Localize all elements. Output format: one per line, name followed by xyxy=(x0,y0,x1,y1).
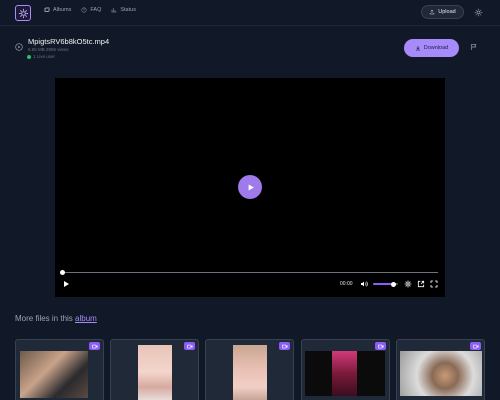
nav-faq[interactable]: FAQ xyxy=(81,7,101,13)
video-camera-icon xyxy=(281,344,287,348)
more-files-heading: More files in this album xyxy=(15,314,97,323)
progress-handle[interactable] xyxy=(60,270,65,275)
time-display: 00:00 xyxy=(340,281,353,287)
file-thumbnail xyxy=(20,351,88,398)
thumbnail-highlight xyxy=(332,351,357,396)
more-files-prefix: More files in this xyxy=(15,314,73,323)
main-nav: Albums FAQ Status xyxy=(44,7,136,13)
nav-albums-label: Albums xyxy=(53,7,72,13)
video-badge xyxy=(89,342,100,350)
file-card[interactable] xyxy=(15,339,104,400)
upload-button[interactable]: Upload xyxy=(421,5,464,19)
upload-label: Upload xyxy=(438,9,456,15)
help-circle-icon xyxy=(81,7,87,13)
status-chart-icon xyxy=(111,8,117,13)
settings-gear-icon[interactable] xyxy=(404,280,412,288)
download-label: Download xyxy=(423,45,449,51)
file-meta: 6.65 MB 2995 views xyxy=(28,47,69,52)
video-camera-icon xyxy=(377,344,383,348)
file-name: MpigtsRV6b8kO5tc.mp4 xyxy=(28,37,110,46)
play-circle-icon xyxy=(15,43,23,51)
file-thumbnail xyxy=(138,345,172,400)
nav-status[interactable]: Status xyxy=(111,7,136,13)
video-camera-icon xyxy=(91,344,97,348)
file-card[interactable] xyxy=(396,339,485,400)
fullscreen-icon[interactable] xyxy=(430,280,438,288)
file-card[interactable] xyxy=(301,339,390,400)
volume-slider[interactable] xyxy=(373,281,398,287)
video-player[interactable]: 00:00 xyxy=(55,78,445,297)
top-bar: Albums FAQ Status Upload xyxy=(0,0,500,25)
live-users-label: 1 Live user xyxy=(33,54,56,59)
file-thumbnail xyxy=(305,351,385,396)
nav-status-label: Status xyxy=(120,7,136,13)
volume-icon[interactable] xyxy=(360,280,368,288)
sun-icon xyxy=(474,8,482,16)
theme-toggle-button[interactable] xyxy=(472,6,484,18)
file-card[interactable] xyxy=(205,339,294,400)
albums-icon xyxy=(44,7,50,12)
volume-handle[interactable] xyxy=(390,281,396,287)
related-files-list xyxy=(15,339,485,400)
video-badge xyxy=(279,342,290,350)
big-play-button[interactable] xyxy=(238,175,262,199)
file-thumbnail xyxy=(233,345,267,400)
play-icon xyxy=(248,184,254,190)
album-link[interactable]: album xyxy=(75,314,97,323)
video-badge xyxy=(470,342,481,350)
report-button[interactable] xyxy=(469,42,479,52)
file-thumbnail xyxy=(400,351,482,396)
download-button[interactable]: Download xyxy=(404,39,459,57)
flag-icon xyxy=(471,44,477,50)
nav-faq-label: FAQ xyxy=(90,7,102,13)
gear-logo-icon xyxy=(18,8,28,18)
download-icon xyxy=(415,46,420,51)
logo[interactable] xyxy=(15,5,31,21)
progress-bar[interactable] xyxy=(62,272,438,273)
upload-icon xyxy=(430,9,435,15)
nav-albums[interactable]: Albums xyxy=(44,7,71,13)
video-camera-icon xyxy=(472,344,478,348)
video-badge xyxy=(184,342,195,350)
header-divider xyxy=(0,25,500,26)
live-users: 1 Live user xyxy=(27,54,55,59)
video-camera-icon xyxy=(186,344,192,348)
live-dot-icon xyxy=(27,54,31,59)
video-badge xyxy=(375,342,386,350)
pip-icon[interactable] xyxy=(417,280,425,288)
control-play-icon[interactable] xyxy=(62,280,70,288)
file-card[interactable] xyxy=(110,339,199,400)
